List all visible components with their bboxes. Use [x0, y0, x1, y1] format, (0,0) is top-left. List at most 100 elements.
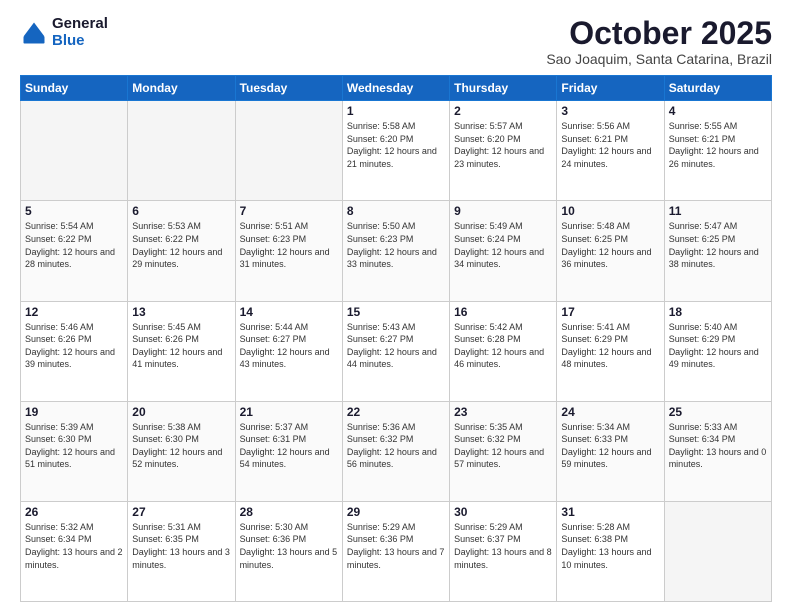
calendar-cell: 19 Sunrise: 5:39 AM Sunset: 6:30 PM Dayli…: [21, 401, 128, 501]
calendar-table: SundayMondayTuesdayWednesdayThursdayFrid…: [20, 75, 772, 602]
day-info: Sunrise: 5:35 AM Sunset: 6:32 PM Dayligh…: [454, 421, 552, 471]
calendar-cell: 25 Sunrise: 5:33 AM Sunset: 6:34 PM Dayli…: [664, 401, 771, 501]
calendar-cell: 6 Sunrise: 5:53 AM Sunset: 6:22 PM Daylig…: [128, 201, 235, 301]
day-number: 8: [347, 204, 445, 218]
calendar-cell: 17 Sunrise: 5:41 AM Sunset: 6:29 PM Dayli…: [557, 301, 664, 401]
day-number: 30: [454, 505, 552, 519]
day-info: Sunrise: 5:33 AM Sunset: 6:34 PM Dayligh…: [669, 421, 767, 471]
logo-icon: [20, 19, 48, 47]
week-row-4: 19 Sunrise: 5:39 AM Sunset: 6:30 PM Dayli…: [21, 401, 772, 501]
day-info: Sunrise: 5:56 AM Sunset: 6:21 PM Dayligh…: [561, 120, 659, 170]
day-number: 14: [240, 305, 338, 319]
day-info: Sunrise: 5:44 AM Sunset: 6:27 PM Dayligh…: [240, 321, 338, 371]
day-info: Sunrise: 5:28 AM Sunset: 6:38 PM Dayligh…: [561, 521, 659, 571]
day-info: Sunrise: 5:46 AM Sunset: 6:26 PM Dayligh…: [25, 321, 123, 371]
day-number: 7: [240, 204, 338, 218]
day-number: 29: [347, 505, 445, 519]
calendar-cell: 13 Sunrise: 5:45 AM Sunset: 6:26 PM Dayli…: [128, 301, 235, 401]
day-info: Sunrise: 5:49 AM Sunset: 6:24 PM Dayligh…: [454, 220, 552, 270]
day-info: Sunrise: 5:29 AM Sunset: 6:36 PM Dayligh…: [347, 521, 445, 571]
logo-line2: Blue: [52, 33, 108, 50]
day-info: Sunrise: 5:38 AM Sunset: 6:30 PM Dayligh…: [132, 421, 230, 471]
calendar-cell: 27 Sunrise: 5:31 AM Sunset: 6:35 PM Dayli…: [128, 501, 235, 601]
weekday-header-sunday: Sunday: [21, 76, 128, 101]
month-title: October 2025: [546, 16, 772, 51]
week-row-2: 5 Sunrise: 5:54 AM Sunset: 6:22 PM Daylig…: [21, 201, 772, 301]
calendar-cell: 28 Sunrise: 5:30 AM Sunset: 6:36 PM Dayli…: [235, 501, 342, 601]
day-number: 20: [132, 405, 230, 419]
calendar-cell: 15 Sunrise: 5:43 AM Sunset: 6:27 PM Dayli…: [342, 301, 449, 401]
day-info: Sunrise: 5:43 AM Sunset: 6:27 PM Dayligh…: [347, 321, 445, 371]
weekday-header-monday: Monday: [128, 76, 235, 101]
calendar-cell: 16Sunrise: 5:42 AM Sunset: 6:28 PM Dayli…: [450, 301, 557, 401]
day-number: 26: [25, 505, 123, 519]
weekday-header-friday: Friday: [557, 76, 664, 101]
day-info: Sunrise: 5:36 AM Sunset: 6:32 PM Dayligh…: [347, 421, 445, 471]
calendar-cell: 29 Sunrise: 5:29 AM Sunset: 6:36 PM Dayli…: [342, 501, 449, 601]
day-number: 31: [561, 505, 659, 519]
day-info: Sunrise: 5:31 AM Sunset: 6:35 PM Dayligh…: [132, 521, 230, 571]
day-info: Sunrise: 5:45 AM Sunset: 6:26 PM Dayligh…: [132, 321, 230, 371]
day-number: 6: [132, 204, 230, 218]
day-number: 2: [454, 104, 552, 118]
day-number: 28: [240, 505, 338, 519]
weekday-header-row: SundayMondayTuesdayWednesdayThursdayFrid…: [21, 76, 772, 101]
day-number: 24: [561, 405, 659, 419]
day-info: Sunrise: 5:37 AM Sunset: 6:31 PM Dayligh…: [240, 421, 338, 471]
day-number: 25: [669, 405, 767, 419]
day-number: 12: [25, 305, 123, 319]
day-info: Sunrise: 5:51 AM Sunset: 6:23 PM Dayligh…: [240, 220, 338, 270]
calendar-cell: 7 Sunrise: 5:51 AM Sunset: 6:23 PM Daylig…: [235, 201, 342, 301]
calendar-cell: 22 Sunrise: 5:36 AM Sunset: 6:32 PM Dayli…: [342, 401, 449, 501]
calendar-cell: 18 Sunrise: 5:40 AM Sunset: 6:29 PM Dayli…: [664, 301, 771, 401]
calendar-cell: 2 Sunrise: 5:57 AM Sunset: 6:20 PM Daylig…: [450, 101, 557, 201]
day-info: Sunrise: 5:48 AM Sunset: 6:25 PM Dayligh…: [561, 220, 659, 270]
day-number: 17: [561, 305, 659, 319]
day-info: Sunrise: 5:41 AM Sunset: 6:29 PM Dayligh…: [561, 321, 659, 371]
day-info: Sunrise: 5:34 AM Sunset: 6:33 PM Dayligh…: [561, 421, 659, 471]
day-number: 15: [347, 305, 445, 319]
page: General Blue October 2025 Sao Joaquim, S…: [0, 0, 792, 612]
calendar-cell: 10 Sunrise: 5:48 AM Sunset: 6:25 PM Dayli…: [557, 201, 664, 301]
day-number: 19: [25, 405, 123, 419]
logo-line1: General: [52, 16, 108, 33]
day-number: 27: [132, 505, 230, 519]
week-row-1: 1 Sunrise: 5:58 AM Sunset: 6:20 PM Daylig…: [21, 101, 772, 201]
calendar-cell: [664, 501, 771, 601]
calendar-cell: 14 Sunrise: 5:44 AM Sunset: 6:27 PM Dayli…: [235, 301, 342, 401]
calendar-cell: 24 Sunrise: 5:34 AM Sunset: 6:33 PM Dayli…: [557, 401, 664, 501]
day-number: 13: [132, 305, 230, 319]
day-info: Sunrise: 5:53 AM Sunset: 6:22 PM Dayligh…: [132, 220, 230, 270]
weekday-header-wednesday: Wednesday: [342, 76, 449, 101]
calendar-cell: 3 Sunrise: 5:56 AM Sunset: 6:21 PM Daylig…: [557, 101, 664, 201]
day-info: Sunrise: 5:54 AM Sunset: 6:22 PM Dayligh…: [25, 220, 123, 270]
calendar-body: 1 Sunrise: 5:58 AM Sunset: 6:20 PM Daylig…: [21, 101, 772, 602]
day-number: 11: [669, 204, 767, 218]
day-number: 18: [669, 305, 767, 319]
day-info: Sunrise: 5:40 AM Sunset: 6:29 PM Dayligh…: [669, 321, 767, 371]
week-row-3: 12 Sunrise: 5:46 AM Sunset: 6:26 PM Dayli…: [21, 301, 772, 401]
calendar-cell: [128, 101, 235, 201]
day-info: Sunrise: 5:47 AM Sunset: 6:25 PM Dayligh…: [669, 220, 767, 270]
calendar-cell: 12 Sunrise: 5:46 AM Sunset: 6:26 PM Dayli…: [21, 301, 128, 401]
day-info: Sunrise: 5:50 AM Sunset: 6:23 PM Dayligh…: [347, 220, 445, 270]
calendar-cell: 20 Sunrise: 5:38 AM Sunset: 6:30 PM Dayli…: [128, 401, 235, 501]
weekday-header-tuesday: Tuesday: [235, 76, 342, 101]
calendar-cell: 5 Sunrise: 5:54 AM Sunset: 6:22 PM Daylig…: [21, 201, 128, 301]
day-number: 10: [561, 204, 659, 218]
logo: General Blue: [20, 16, 108, 49]
header: General Blue October 2025 Sao Joaquim, S…: [20, 16, 772, 67]
calendar-cell: 8 Sunrise: 5:50 AM Sunset: 6:23 PM Daylig…: [342, 201, 449, 301]
day-number: 5: [25, 204, 123, 218]
day-number: 22: [347, 405, 445, 419]
day-info: Sunrise: 5:32 AM Sunset: 6:34 PM Dayligh…: [25, 521, 123, 571]
day-info: Sunrise: 5:39 AM Sunset: 6:30 PM Dayligh…: [25, 421, 123, 471]
day-info: Sunrise: 5:30 AM Sunset: 6:36 PM Dayligh…: [240, 521, 338, 571]
day-number: 3: [561, 104, 659, 118]
day-info: Sunrise: 5:57 AM Sunset: 6:20 PM Dayligh…: [454, 120, 552, 170]
day-info: Sunrise: 5:58 AM Sunset: 6:20 PM Dayligh…: [347, 120, 445, 170]
calendar-cell: 23 Sunrise: 5:35 AM Sunset: 6:32 PM Dayli…: [450, 401, 557, 501]
day-number: 1: [347, 104, 445, 118]
day-number: 23: [454, 405, 552, 419]
calendar-cell: 4Sunrise: 5:55 AM Sunset: 6:21 PM Daylig…: [664, 101, 771, 201]
